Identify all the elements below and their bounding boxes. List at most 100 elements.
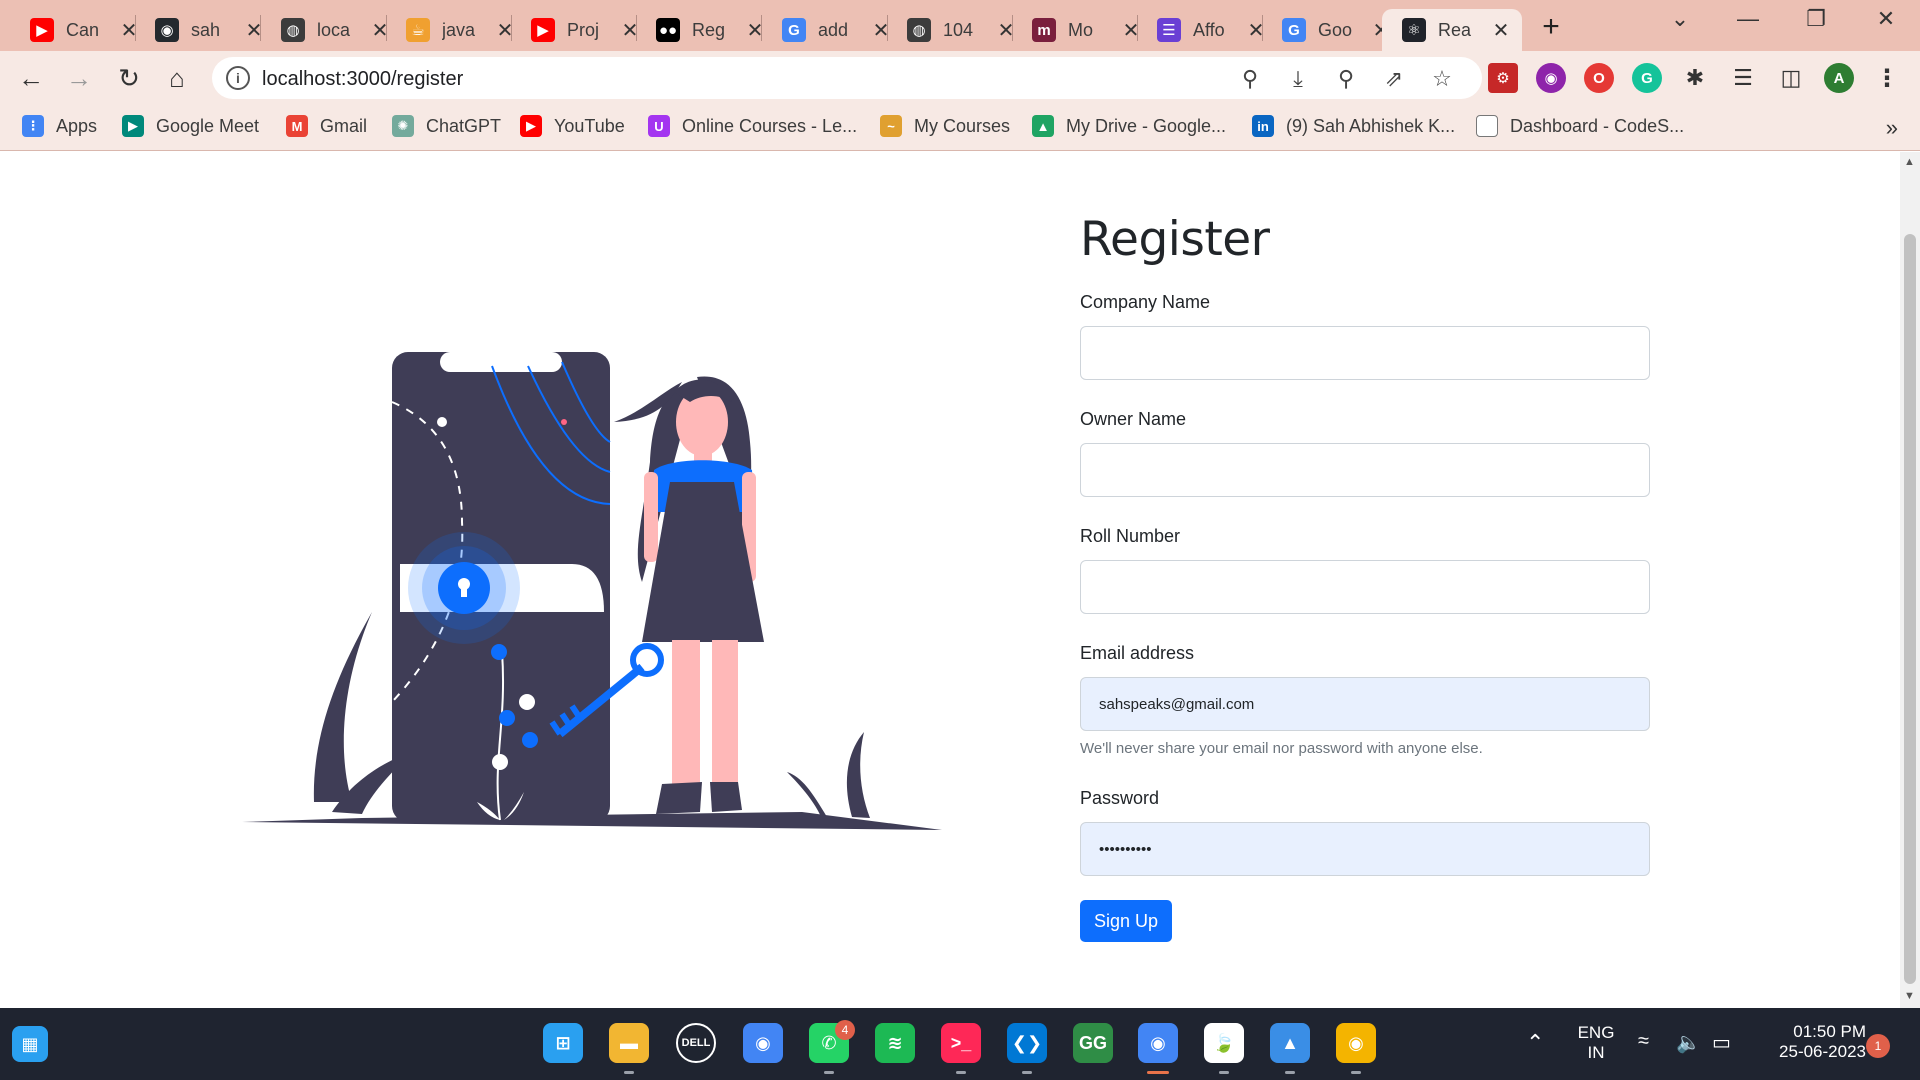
minimize-icon[interactable]: — xyxy=(1728,6,1768,32)
bookmark-item[interactable]: ⋮ Apps xyxy=(22,115,97,137)
grass-left xyxy=(313,612,372,802)
scroll-down-icon[interactable]: ▼ xyxy=(1904,990,1915,1002)
tab[interactable]: ▶ Proj ✕ xyxy=(511,9,651,51)
page-scrollbar[interactable]: ▲ ▼ xyxy=(1900,152,1920,1008)
tab[interactable]: ◉ sah ✕ xyxy=(135,9,275,51)
company-name-input[interactable] xyxy=(1080,326,1650,380)
key-icon[interactable]: ⚲ xyxy=(1236,65,1264,93)
notification-badge[interactable]: 1 xyxy=(1866,1034,1890,1058)
start-taskbar-icon[interactable]: ⊞ xyxy=(543,1023,583,1063)
tab[interactable]: ☰ Affo ✕ xyxy=(1137,9,1277,51)
chrome-profile-taskbar-icon[interactable]: ◉ xyxy=(1138,1023,1178,1063)
tab-close-icon[interactable]: ✕ xyxy=(1490,18,1512,43)
profile-avatar[interactable]: A xyxy=(1824,63,1854,93)
photos-taskbar-icon[interactable]: ▲ xyxy=(1270,1023,1310,1063)
tab-search-icon[interactable]: ⌄ xyxy=(1660,6,1700,32)
forward-icon[interactable]: → xyxy=(62,61,96,95)
owner-name-input[interactable] xyxy=(1080,443,1650,497)
clock[interactable]: 01:50 PM 25-06-2023 xyxy=(1756,1022,1866,1062)
tab[interactable]: G Goo ✕ xyxy=(1262,9,1402,51)
chrome-canary-taskbar-icon[interactable]: ◉ xyxy=(1336,1023,1376,1063)
chrome-taskbar-icon[interactable]: ◉ xyxy=(743,1023,783,1063)
bookmark-item[interactable]: Dashboard - CodeS... xyxy=(1476,115,1684,137)
extension-opera-icon[interactable]: O xyxy=(1584,63,1614,93)
wifi-icon[interactable]: ≈ xyxy=(1638,1030,1649,1053)
share-icon[interactable]: ⇗ xyxy=(1380,65,1408,93)
intellij-taskbar-icon[interactable]: >_ xyxy=(941,1023,981,1063)
extension-red-icon[interactable]: ⚙ xyxy=(1488,63,1518,93)
geeksforgeeks-taskbar-icon[interactable]: GG xyxy=(1073,1023,1113,1063)
grass-right xyxy=(846,732,870,818)
roll-number-input[interactable] xyxy=(1080,560,1650,614)
back-icon[interactable]: ← xyxy=(14,61,48,95)
battery-icon[interactable]: ▭ xyxy=(1712,1030,1731,1055)
medium-icon: ●● xyxy=(656,18,680,42)
vscode-taskbar-icon[interactable]: ❮❯ xyxy=(1007,1023,1047,1063)
mongodb-taskbar-icon[interactable]: 🍃 xyxy=(1204,1023,1244,1063)
dell-taskbar-icon[interactable]: DELL xyxy=(676,1023,716,1063)
bookmark-item[interactable]: in (9) Sah Abhishek K... xyxy=(1252,115,1455,137)
file-explorer-taskbar-icon[interactable]: ▬ xyxy=(609,1023,649,1063)
tab[interactable]: ▶ Can ✕ xyxy=(10,9,150,51)
close-window-icon[interactable]: ✕ xyxy=(1866,6,1906,32)
bookmark-label: Apps xyxy=(56,115,98,136)
new-tab-button[interactable]: + xyxy=(1536,10,1566,44)
tab-strip: ▶ Can ✕ ◉ sah ✕ ◍ loca ✕ ☕ java ✕ ▶ Proj ✕ ●● Reg ✕ Gadd ✕ ◍… xyxy=(0,0,1920,51)
bookmark-label: My Courses xyxy=(914,115,1011,136)
bookmarks-overflow-icon[interactable]: » xyxy=(1886,115,1898,141)
phone-notch xyxy=(440,352,562,372)
tab-title: loca xyxy=(317,19,351,40)
bookmark-item[interactable]: ▲ My Drive - Google... xyxy=(1032,115,1226,137)
running-indicator xyxy=(1285,1071,1295,1074)
grammarly-icon[interactable]: G xyxy=(1632,63,1662,93)
reload-icon[interactable]: ↻ xyxy=(112,61,146,95)
home-icon[interactable]: ⌂ xyxy=(160,61,194,95)
tab[interactable]: Gadd ✕ xyxy=(762,9,902,51)
bookmark-star-icon[interactable]: ☆ xyxy=(1428,65,1456,93)
tab-title: Goo xyxy=(1318,19,1353,40)
tab-title: Reg xyxy=(692,19,726,40)
bookmark-item[interactable]: M Gmail xyxy=(286,115,367,137)
tab[interactable]: ◍ loca ✕ xyxy=(261,9,401,51)
bookmarks-bar: » ⋮ Apps ▶ Google Meet M Gmail ✺ ChatGPT ▶ YouTub… xyxy=(0,105,1920,151)
volume-icon[interactable]: 🔈 xyxy=(1676,1030,1701,1055)
restore-icon[interactable]: ❐ xyxy=(1796,6,1836,32)
tab[interactable]: ☕ java ✕ xyxy=(386,9,526,51)
tab[interactable]: ⚛ Rea ✕ xyxy=(1382,9,1522,51)
tab[interactable]: m Mo ✕ xyxy=(1012,9,1152,51)
scroll-up-icon[interactable]: ▲ xyxy=(1904,156,1915,168)
password-input[interactable] xyxy=(1080,822,1650,876)
media-control-icon[interactable]: ☰ xyxy=(1728,63,1758,93)
register-form: Register Company Name Owner Name Roll Nu… xyxy=(1080,212,1650,942)
zoom-icon[interactable]: ⚲ xyxy=(1332,65,1360,93)
bookmark-item[interactable]: ▶ Google Meet xyxy=(122,115,259,137)
tab[interactable]: ◍ 104 ✕ xyxy=(887,9,1027,51)
address-bar[interactable]: i localhost:3000/register ⚲ ⤓ ⚲ ⇗ ☆ xyxy=(212,57,1482,99)
side-panel-icon[interactable]: ◫ xyxy=(1776,63,1806,93)
youtube-icon: ▶ xyxy=(520,115,542,137)
url-text[interactable]: localhost:3000/register xyxy=(262,68,463,91)
tab-title: Affo xyxy=(1193,19,1225,40)
extension-purple-icon[interactable]: ◉ xyxy=(1536,63,1566,93)
tab[interactable]: ●● Reg ✕ xyxy=(636,9,776,51)
install-icon[interactable]: ⤓ xyxy=(1284,65,1312,93)
widgets-icon[interactable]: ▦ xyxy=(12,1026,48,1062)
bookmark-label: ChatGPT xyxy=(426,115,502,136)
google-meet-icon: ▶ xyxy=(122,115,144,137)
bookmark-label: Dashboard - CodeS... xyxy=(1510,115,1685,136)
bookmark-item[interactable]: ✺ ChatGPT xyxy=(392,115,501,137)
menu-kebab-icon[interactable]: ⋮ xyxy=(1872,63,1902,93)
site-info-icon[interactable]: i xyxy=(226,66,250,90)
sign-up-button[interactable]: Sign Up xyxy=(1080,900,1172,942)
email-label: Email address xyxy=(1080,643,1195,663)
running-indicator xyxy=(1147,1071,1169,1074)
bookmark-item[interactable]: ~ My Courses xyxy=(880,115,1010,137)
tray-overflow-icon[interactable]: ⌃ xyxy=(1526,1030,1544,1056)
spotify-taskbar-icon[interactable]: ≋ xyxy=(875,1023,915,1063)
email-input[interactable] xyxy=(1080,677,1650,731)
extensions-puzzle-icon[interactable]: ✱ xyxy=(1680,63,1710,93)
scroll-thumb[interactable] xyxy=(1904,234,1916,984)
language-indicator[interactable]: ENG IN xyxy=(1576,1023,1616,1063)
bookmark-item[interactable]: ▶ YouTube xyxy=(520,115,625,137)
bookmark-item[interactable]: U Online Courses - Le... xyxy=(648,115,857,137)
